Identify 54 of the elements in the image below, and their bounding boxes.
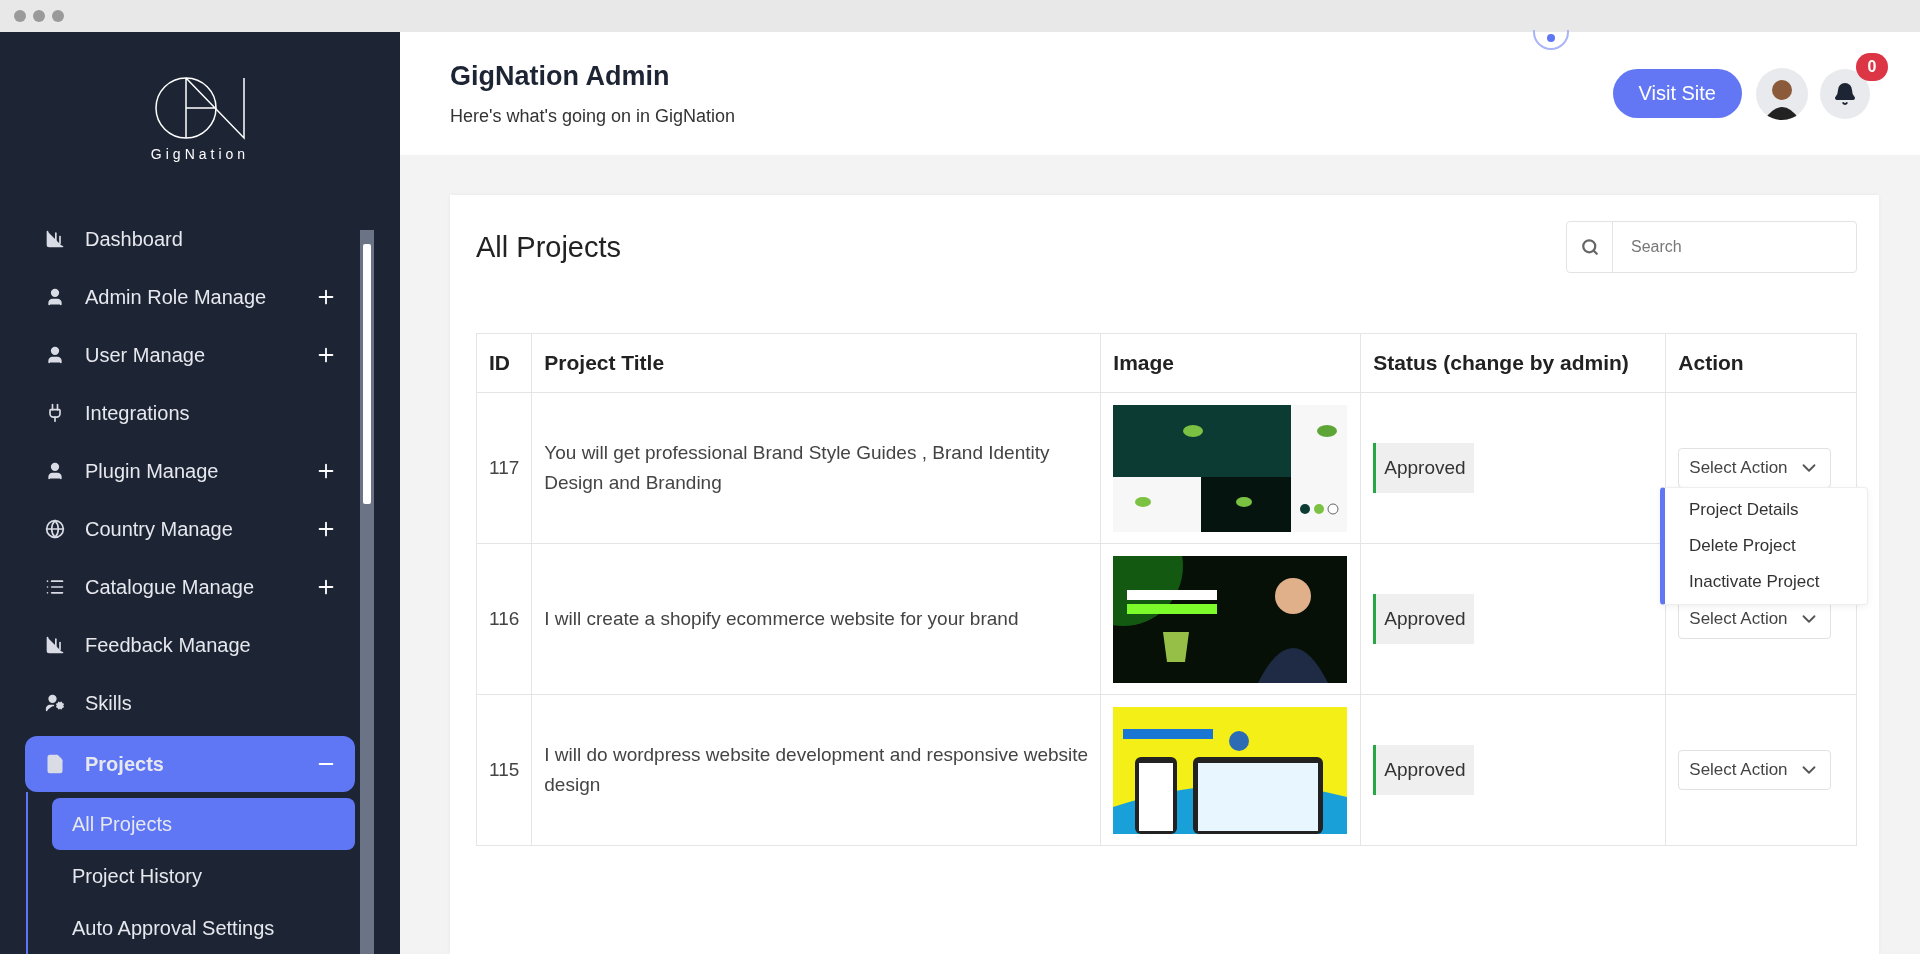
notification-badge: 0 bbox=[1856, 52, 1888, 81]
sidebar-item[interactable]: User Manage bbox=[25, 326, 355, 384]
sidebar-item[interactable]: Feedback Manage bbox=[25, 616, 355, 674]
search-icon bbox=[1580, 238, 1599, 256]
search-field[interactable]: Search bbox=[1613, 222, 1856, 272]
search-box[interactable]: Search bbox=[1566, 221, 1857, 273]
table-cell: 116 bbox=[476, 543, 532, 695]
menu-icon bbox=[45, 345, 65, 365]
page-title: GigNation Admin bbox=[450, 60, 671, 92]
notification-button[interactable] bbox=[1820, 68, 1870, 119]
brand-name: GigNation bbox=[150, 146, 250, 162]
menu-item[interactable]: Project Details bbox=[1665, 492, 1867, 528]
status-label: Approved bbox=[1373, 443, 1474, 493]
submenu-item[interactable]: Project History bbox=[52, 850, 355, 902]
menu-icon bbox=[45, 287, 65, 307]
menu-icon bbox=[45, 461, 65, 481]
status-label: Approved bbox=[1373, 745, 1474, 795]
sidebar-item[interactable]: Plugin Manage bbox=[25, 442, 355, 500]
table-cell: I will do wordpress website development and responsive website design bbox=[531, 694, 1101, 846]
table-cell: 117 bbox=[476, 392, 532, 544]
sidebar-item[interactable]: Catalogue Manage bbox=[25, 558, 355, 616]
menu-icon bbox=[45, 577, 65, 597]
column-header: ID bbox=[476, 333, 532, 393]
action-select[interactable]: Select Action bbox=[1678, 750, 1831, 790]
page-subtitle: Here's what's going on in GigNation bbox=[450, 105, 737, 127]
menu-icon bbox=[45, 754, 65, 774]
menu-icon bbox=[45, 519, 65, 539]
spinner-icon bbox=[1531, 30, 1571, 52]
avatar[interactable] bbox=[1756, 67, 1808, 120]
sidebar-item[interactable]: Country Manage bbox=[25, 500, 355, 558]
menu-icon bbox=[45, 229, 65, 249]
scrollbar[interactable] bbox=[360, 230, 374, 954]
status-label: Approved bbox=[1373, 594, 1474, 644]
action-select[interactable]: Select Action bbox=[1678, 448, 1831, 488]
logo-icon bbox=[154, 76, 246, 140]
column-header: Project Title bbox=[531, 333, 1101, 393]
table-cell: 115 bbox=[476, 694, 532, 846]
menu-item[interactable]: Delete Project bbox=[1665, 528, 1867, 564]
menu-item[interactable]: Inactivate Project bbox=[1665, 564, 1867, 600]
table-cell: I will create a shopify ecommerce website for your brand bbox=[531, 543, 1101, 695]
submenu-item[interactable]: Auto Approval Settings bbox=[52, 902, 355, 954]
column-header: Image bbox=[1100, 333, 1361, 393]
sidebar-item[interactable]: Integrations bbox=[25, 384, 355, 442]
card-title: All Projects bbox=[476, 230, 622, 264]
menu-icon bbox=[45, 635, 65, 655]
menu-icon bbox=[45, 693, 65, 713]
visit-site-button[interactable]: Visit Site bbox=[1612, 69, 1742, 118]
sidebar-item[interactable]: Dashboard bbox=[25, 210, 355, 268]
sidebar-item[interactable]: Admin Role Manage bbox=[25, 268, 355, 326]
column-header: Status (change by admin) bbox=[1360, 333, 1666, 393]
table-cell: You will get professional Brand Style Guides , Brand Identity Design and Branding bbox=[531, 392, 1101, 544]
column-header: Action bbox=[1665, 333, 1857, 393]
sidebar-item[interactable]: Skills bbox=[25, 674, 355, 732]
bell-icon bbox=[1833, 81, 1857, 106]
